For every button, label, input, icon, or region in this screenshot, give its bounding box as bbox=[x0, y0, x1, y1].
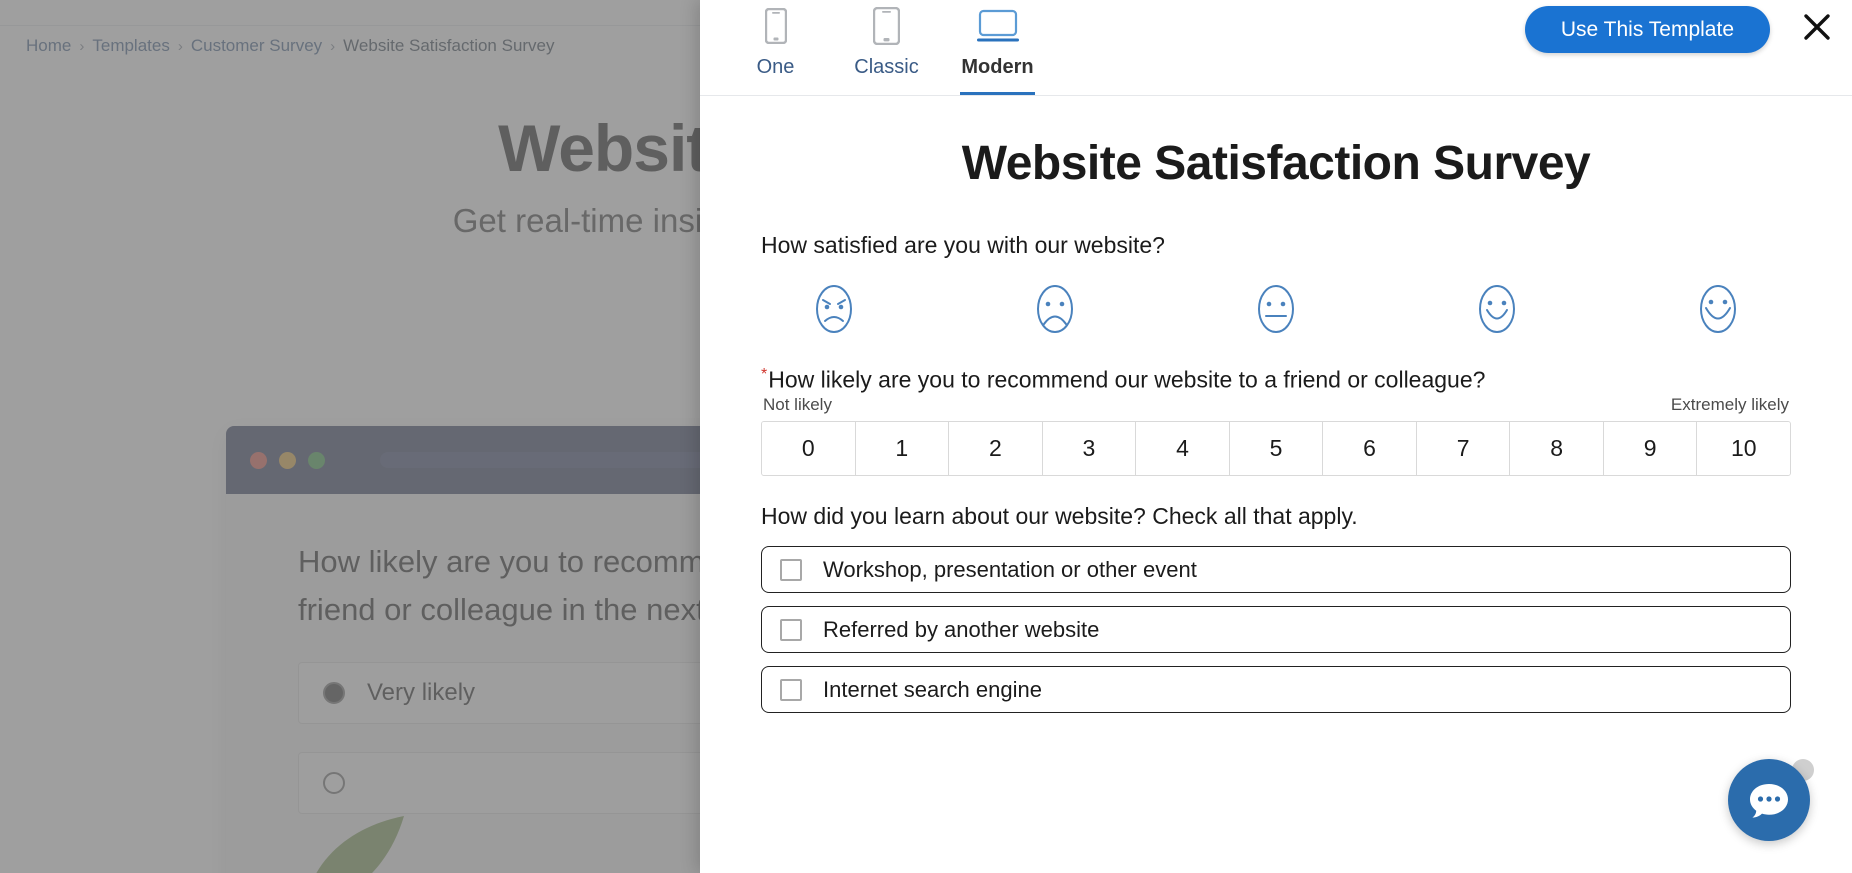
tab-one-label: One bbox=[756, 56, 795, 78]
required-marker: * bbox=[761, 365, 768, 383]
question-nps: *How likely are you to recommend our web… bbox=[761, 365, 1791, 477]
checkbox-option-search-engine[interactable]: Internet search engine bbox=[761, 666, 1791, 714]
close-icon bbox=[1804, 14, 1830, 40]
mockup-minimize-dot bbox=[279, 452, 296, 469]
neutral-face-icon[interactable] bbox=[1253, 283, 1299, 335]
device-tab-list: One Classic Modern bbox=[720, 0, 1053, 95]
question-referral-source: How did you learn about our website? Che… bbox=[761, 502, 1791, 714]
question-satisfaction-label: How satisfied are you with our website? bbox=[761, 232, 1165, 258]
tab-one[interactable]: One bbox=[720, 0, 831, 95]
mockup-maximize-dot bbox=[308, 452, 325, 469]
tab-modern[interactable]: Modern bbox=[942, 0, 1053, 95]
breadcrumb: Home › Templates › Customer Survey › Website S… bbox=[26, 36, 555, 56]
happy-face-icon[interactable] bbox=[1474, 283, 1520, 335]
breadcrumb-item-current: Website Satisfaction Survey bbox=[343, 36, 555, 55]
breadcrumb-separator: › bbox=[177, 38, 183, 55]
radio-icon bbox=[323, 772, 345, 795]
checkbox-icon[interactable] bbox=[780, 678, 802, 701]
checkbox-option-label: Workshop, presentation or other event bbox=[823, 556, 1197, 582]
breadcrumb-separator: › bbox=[79, 38, 85, 55]
nps-endpoint-labels: Not likely Extremely likely bbox=[761, 395, 1791, 421]
use-this-template-button[interactable]: Use This Template bbox=[1524, 6, 1770, 53]
question-referral-source-label: How did you learn about our website? Che… bbox=[761, 503, 1358, 530]
checkbox-list: Workshop, presentation or other event Re… bbox=[761, 546, 1791, 714]
question-satisfaction: How satisfied are you with our website? bbox=[761, 231, 1791, 335]
nps-left-label: Not likely bbox=[763, 395, 832, 415]
checkbox-option-label: Referred by another website bbox=[823, 616, 1100, 642]
question-nps-text: How likely are you to recommend our webs… bbox=[768, 366, 1486, 393]
very-happy-face-icon[interactable] bbox=[1695, 283, 1741, 335]
tab-classic-label: Classic bbox=[854, 56, 919, 78]
angry-face-icon[interactable] bbox=[811, 283, 857, 335]
screen: Home › Templates › Customer Survey › Website S… bbox=[0, 0, 1852, 873]
tab-underline bbox=[960, 92, 1035, 95]
nps-option-3[interactable]: 3 bbox=[1042, 422, 1137, 476]
tab-modern-label: Modern bbox=[961, 56, 1034, 78]
chat-bubble-icon bbox=[1750, 784, 1788, 818]
nps-option-5[interactable]: 5 bbox=[1229, 422, 1324, 476]
mockup-close-dot bbox=[250, 452, 267, 469]
checkbox-icon[interactable] bbox=[780, 618, 802, 641]
checkbox-option-referral[interactable]: Referred by another website bbox=[761, 606, 1791, 654]
nps-option-8[interactable]: 8 bbox=[1510, 422, 1604, 476]
question-nps-label: *How likely are you to recommend our web… bbox=[761, 365, 1791, 396]
survey-title: Website Satisfaction Survey bbox=[961, 137, 1591, 190]
tablet-icon bbox=[831, 4, 942, 48]
nps-option-2[interactable]: 2 bbox=[949, 422, 1043, 476]
leaf-decoration bbox=[316, 816, 404, 873]
nps-option-7[interactable]: 7 bbox=[1416, 422, 1511, 476]
chat-launcher-button[interactable] bbox=[1728, 759, 1810, 841]
nps-scale: 0 1 2 3 4 5 6 7 8 9 10 bbox=[761, 421, 1791, 477]
breadcrumb-item-customer-survey[interactable]: Customer Survey bbox=[191, 36, 322, 55]
desktop-icon bbox=[942, 4, 1053, 48]
nps-option-0[interactable]: 0 bbox=[762, 422, 856, 476]
breadcrumb-item-templates[interactable]: Templates bbox=[92, 36, 169, 55]
mockup-option-label: Very likely bbox=[367, 679, 476, 707]
nps-option-6[interactable]: 6 bbox=[1323, 422, 1417, 476]
nps-option-4[interactable]: 4 bbox=[1136, 422, 1230, 476]
sad-face-icon[interactable] bbox=[1032, 283, 1078, 335]
survey-preview: Website Satisfaction Survey How satisfie… bbox=[700, 96, 1852, 873]
checkbox-option-label: Internet search engine bbox=[823, 676, 1042, 702]
nps-option-9[interactable]: 9 bbox=[1603, 422, 1698, 476]
breadcrumb-item-home[interactable]: Home bbox=[26, 36, 71, 55]
template-preview-panel: One Classic Modern Use This Template Web… bbox=[700, 0, 1852, 873]
panel-header: One Classic Modern Use This Template bbox=[700, 0, 1852, 96]
tab-classic[interactable]: Classic bbox=[831, 0, 942, 95]
checkbox-icon[interactable] bbox=[780, 558, 802, 581]
nps-right-label: Extremely likely bbox=[1670, 395, 1789, 415]
smiley-rating-row bbox=[761, 261, 1791, 335]
breadcrumb-separator: › bbox=[330, 38, 336, 55]
close-button[interactable] bbox=[1794, 4, 1840, 50]
nps-option-10[interactable]: 10 bbox=[1697, 422, 1790, 476]
phone-icon bbox=[720, 4, 831, 48]
radio-icon bbox=[323, 682, 345, 705]
checkbox-option-workshop[interactable]: Workshop, presentation or other event bbox=[761, 546, 1791, 594]
nps-option-1[interactable]: 1 bbox=[855, 422, 950, 476]
